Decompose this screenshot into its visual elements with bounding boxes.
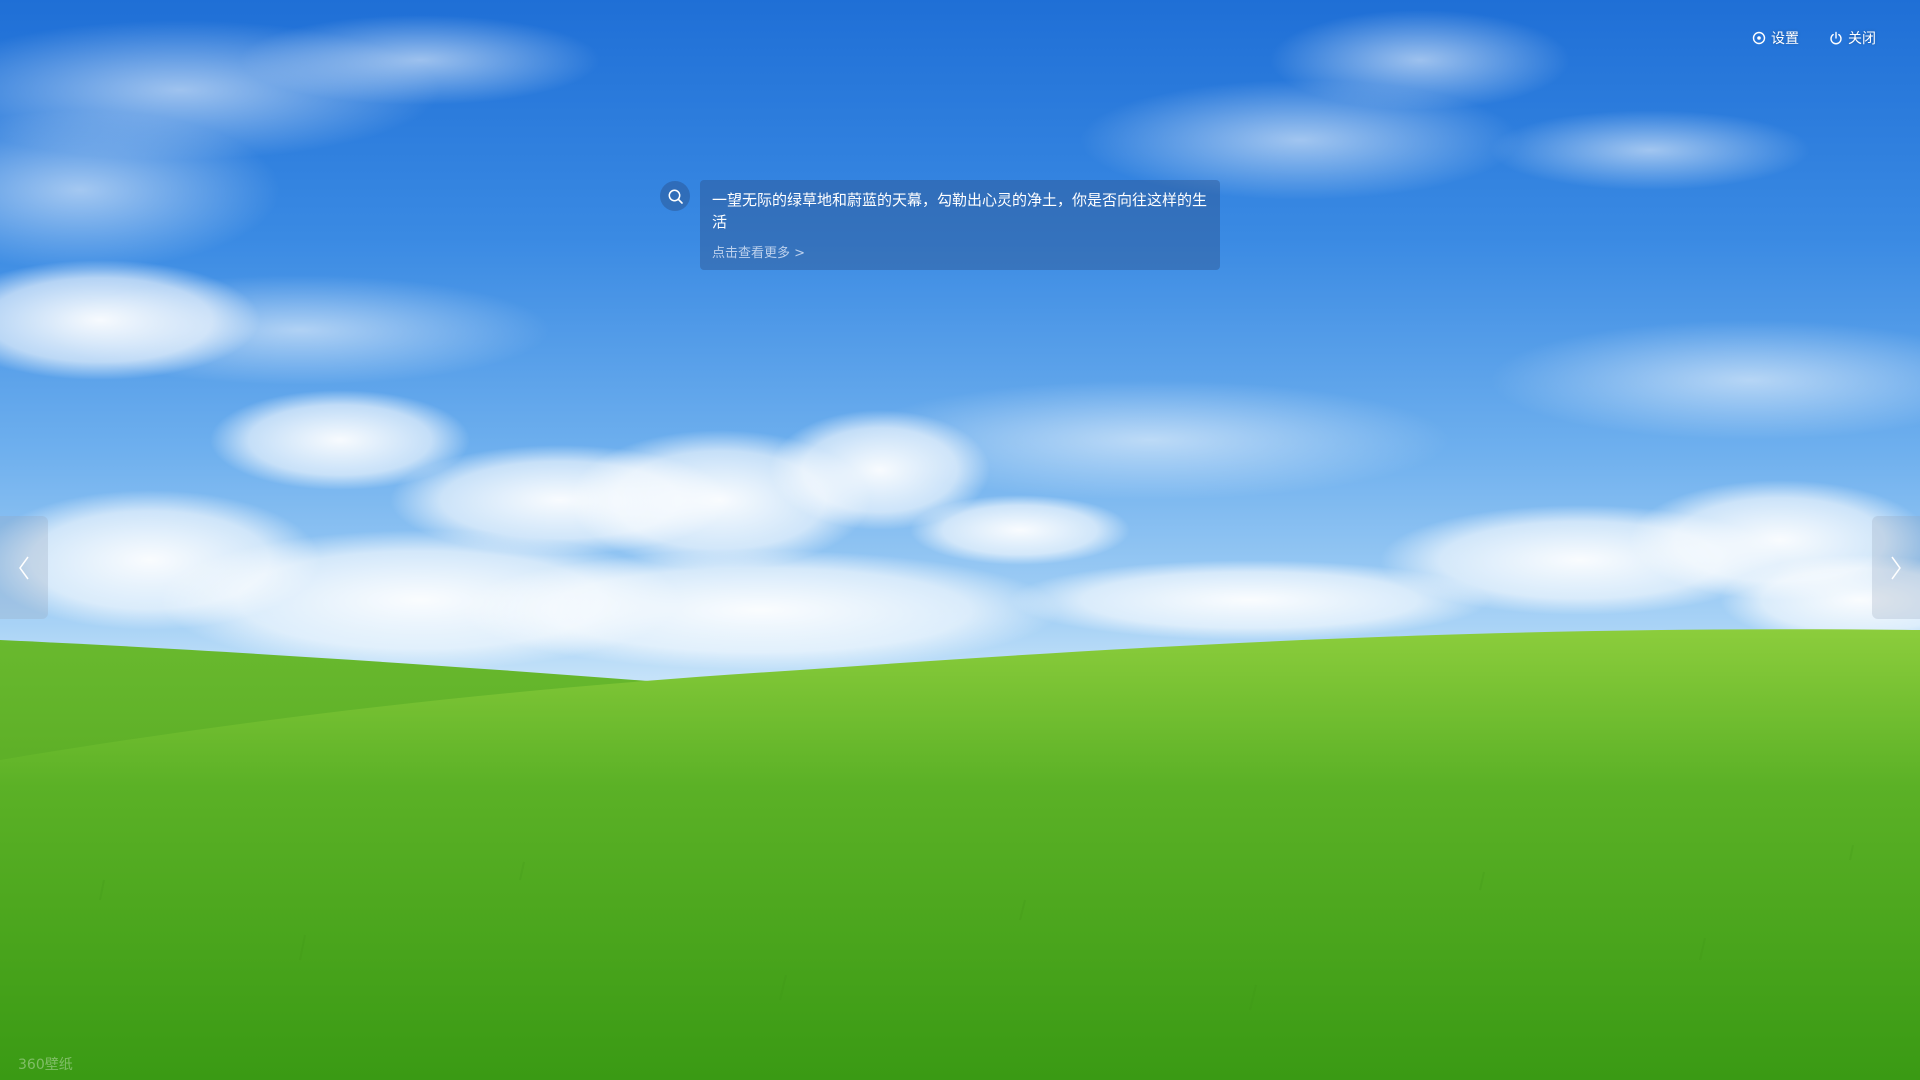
chevron-left-icon <box>19 556 29 579</box>
settings-label: 设置 <box>1771 31 1799 47</box>
next-wallpaper-button[interactable] <box>1872 516 1920 619</box>
settings-icon <box>1752 31 1766 45</box>
wallpaper-background <box>0 0 1920 1080</box>
wallpaper-info-card: 一望无际的绿草地和蔚蓝的天幕，勾勒出心灵的净土，你是否向往这样的生活 点击查看更… <box>700 180 1220 270</box>
close-button[interactable]: 关闭 <box>1829 28 1876 48</box>
settings-button[interactable]: 设置 <box>1752 28 1799 48</box>
previous-wallpaper-button[interactable] <box>0 516 48 619</box>
close-label: 关闭 <box>1848 31 1876 47</box>
power-icon <box>1830 31 1842 45</box>
top-toolbar: 设置 关闭 <box>1752 28 1876 48</box>
search-button[interactable] <box>660 181 690 211</box>
wallpaper-scene <box>0 10 1920 1080</box>
search-icon <box>668 189 683 204</box>
view-more-link[interactable]: 点击查看更多 > <box>712 242 805 261</box>
chevron-right-icon <box>1891 556 1901 579</box>
wallpaper-description: 一望无际的绿草地和蔚蓝的天幕，勾勒出心灵的净土，你是否向往这样的生活 <box>712 191 1208 231</box>
watermark: 360壁纸 <box>18 1057 73 1073</box>
